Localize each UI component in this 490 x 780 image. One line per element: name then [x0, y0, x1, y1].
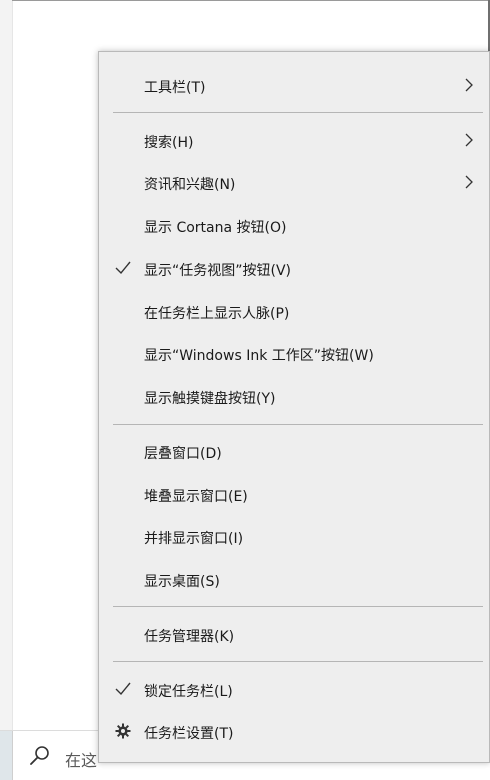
menu-item-show-cortana-button[interactable]: 显示 Cortana 按钮(O) — [99, 205, 489, 247]
chevron-right-icon — [465, 133, 473, 147]
desktop-screen: 在这 工具栏(T) 搜索(H) 资讯和兴趣(N) 显示 Cortana 按钮(O… — [0, 0, 490, 780]
menu-item-taskbar-settings[interactable]: 任务栏设置(T) — [99, 711, 489, 753]
gear-icon — [115, 723, 131, 739]
menu-item-label: 显示 Cortana 按钮(O) — [144, 220, 287, 236]
search-icon — [30, 746, 49, 765]
menu-item-stack-windows[interactable]: 堆叠显示窗口(E) — [99, 474, 489, 516]
menu-item-show-touch-keyboard-button[interactable]: 显示触摸键盘按钮(Y) — [99, 376, 489, 418]
chevron-right-icon — [465, 78, 473, 92]
search-placeholder-text: 在这 — [65, 751, 98, 770]
checkmark-icon — [115, 682, 131, 696]
menu-item-cascade-windows[interactable]: 层叠窗口(D) — [99, 431, 489, 473]
menu-item-label: 堆叠显示窗口(E) — [144, 489, 248, 505]
menu-item-label: 搜索(H) — [144, 135, 194, 151]
menu-separator — [113, 661, 483, 662]
menu-item-label: 锁定任务栏(L) — [144, 684, 233, 700]
menu-item-show-people[interactable]: 在任务栏上显示人脉(P) — [99, 291, 489, 333]
menu-item-label: 工具栏(T) — [144, 80, 206, 96]
menu-item-task-manager[interactable]: 任务管理器(K) — [99, 614, 489, 656]
taskbar-edge — [0, 731, 12, 780]
menu-item-label: 显示“任务视图”按钮(V) — [144, 263, 292, 279]
menu-item-label: 并排显示窗口(I) — [144, 531, 244, 547]
checkmark-icon — [115, 261, 131, 275]
menu-item-toolbars[interactable]: 工具栏(T) — [99, 65, 489, 107]
window-top-border — [12, 0, 490, 1]
menu-item-show-windows-ink-button[interactable]: 显示“Windows Ink 工作区”按钮(W) — [99, 333, 489, 375]
menu-item-search[interactable]: 搜索(H) — [99, 120, 489, 162]
menu-item-label: 层叠窗口(D) — [144, 446, 222, 462]
menu-item-side-by-side-windows[interactable]: 并排显示窗口(I) — [99, 516, 489, 558]
menu-item-show-desktop[interactable]: 显示桌面(S) — [99, 559, 489, 601]
window-left-edge — [0, 0, 13, 780]
menu-item-label: 在任务栏上显示人脉(P) — [144, 306, 290, 322]
menu-item-label: 资讯和兴趣(N) — [144, 177, 236, 193]
menu-item-news-and-interests[interactable]: 资讯和兴趣(N) — [99, 162, 489, 204]
menu-item-label: 任务管理器(K) — [144, 629, 235, 645]
taskbar-context-menu: 工具栏(T) 搜索(H) 资讯和兴趣(N) 显示 Cortana 按钮(O) 显… — [98, 51, 490, 763]
menu-separator — [113, 424, 483, 425]
menu-item-label: 显示桌面(S) — [144, 574, 220, 590]
menu-item-show-task-view-button[interactable]: 显示“任务视图”按钮(V) — [99, 248, 489, 290]
menu-item-label: 显示触摸键盘按钮(Y) — [144, 391, 276, 407]
menu-item-label: 任务栏设置(T) — [144, 726, 234, 742]
menu-item-lock-taskbar[interactable]: 锁定任务栏(L) — [99, 669, 489, 711]
menu-separator — [113, 112, 483, 113]
chevron-right-icon — [465, 175, 473, 189]
menu-separator — [113, 606, 483, 607]
menu-item-label: 显示“Windows Ink 工作区”按钮(W) — [144, 348, 374, 364]
